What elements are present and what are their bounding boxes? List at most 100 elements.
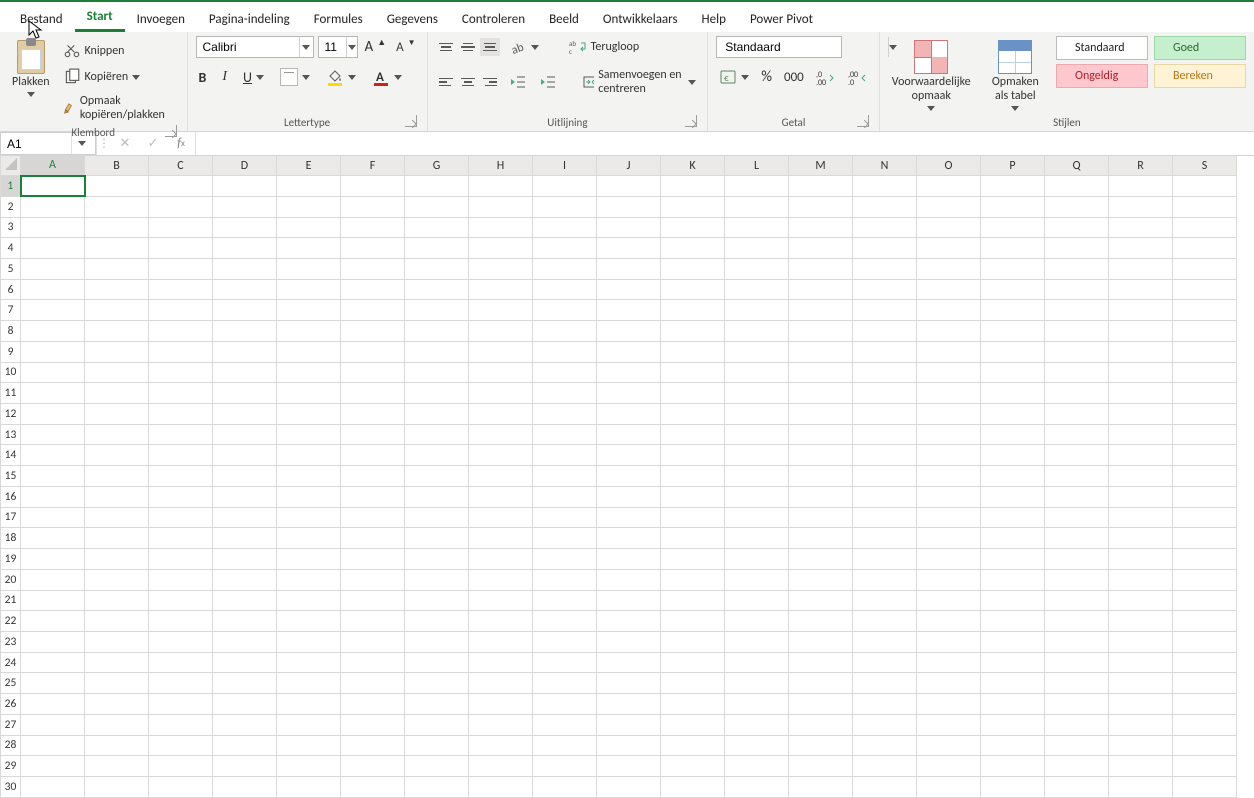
cell-Q15[interactable] [1045, 466, 1109, 487]
cell-S26[interactable] [1173, 694, 1237, 715]
cell-style-standard[interactable]: Standaard [1056, 36, 1148, 60]
cell-P26[interactable] [981, 694, 1045, 715]
cell-N3[interactable] [853, 217, 917, 238]
copy-button[interactable]: Kopiëren [60, 66, 144, 88]
cell-A24[interactable] [21, 652, 85, 673]
cell-K11[interactable] [661, 383, 725, 404]
cell-L21[interactable] [725, 590, 789, 611]
cell-N28[interactable] [853, 735, 917, 756]
cell-Q17[interactable] [1045, 507, 1109, 528]
cell-A19[interactable] [21, 549, 85, 570]
cell-M21[interactable] [789, 590, 853, 611]
cell-R8[interactable] [1109, 321, 1173, 342]
cell-E8[interactable] [277, 321, 341, 342]
italic-button[interactable]: I [219, 67, 230, 87]
cell-H5[interactable] [469, 259, 533, 280]
cell-P12[interactable] [981, 404, 1045, 425]
cell-A27[interactable] [21, 714, 85, 735]
cell-G26[interactable] [405, 694, 469, 715]
cell-K30[interactable] [661, 776, 725, 797]
cell-F3[interactable] [341, 217, 405, 238]
cell-G8[interactable] [405, 321, 469, 342]
cell-M10[interactable] [789, 362, 853, 383]
cell-P10[interactable] [981, 362, 1045, 383]
cell-style-calc[interactable]: Bereken [1154, 64, 1246, 88]
cell-I7[interactable] [533, 300, 597, 321]
cell-D2[interactable] [213, 196, 277, 217]
font-color-button[interactable]: A [369, 66, 405, 88]
cell-J22[interactable] [597, 611, 661, 632]
cell-B21[interactable] [85, 590, 149, 611]
font-name-select[interactable] [196, 36, 314, 58]
cell-P27[interactable] [981, 714, 1045, 735]
cell-N15[interactable] [853, 466, 917, 487]
cell-O9[interactable] [917, 341, 981, 362]
row-header-17[interactable]: 17 [1, 507, 21, 528]
cell-E20[interactable] [277, 569, 341, 590]
cell-B16[interactable] [85, 486, 149, 507]
increase-decimal-button[interactable]: ,0,00 [813, 67, 839, 87]
cell-R30[interactable] [1109, 776, 1173, 797]
cell-A20[interactable] [21, 569, 85, 590]
cell-I26[interactable] [533, 694, 597, 715]
cell-K18[interactable] [661, 528, 725, 549]
cell-I28[interactable] [533, 735, 597, 756]
cell-J30[interactable] [597, 776, 661, 797]
align-center-button[interactable] [458, 73, 478, 91]
orientation-button[interactable]: ab [506, 36, 542, 58]
column-header-D[interactable]: D [213, 156, 277, 176]
cell-P6[interactable] [981, 279, 1045, 300]
cell-F17[interactable] [341, 507, 405, 528]
cell-P11[interactable] [981, 383, 1045, 404]
cell-O29[interactable] [917, 756, 981, 777]
cell-D29[interactable] [213, 756, 277, 777]
cell-J8[interactable] [597, 321, 661, 342]
cell-L12[interactable] [725, 404, 789, 425]
cell-P3[interactable] [981, 217, 1045, 238]
cell-P23[interactable] [981, 631, 1045, 652]
cell-K21[interactable] [661, 590, 725, 611]
cell-N7[interactable] [853, 300, 917, 321]
cell-R6[interactable] [1109, 279, 1173, 300]
cell-R25[interactable] [1109, 673, 1173, 694]
cell-E29[interactable] [277, 756, 341, 777]
cell-I8[interactable] [533, 321, 597, 342]
cell-C8[interactable] [149, 321, 213, 342]
column-header-E[interactable]: E [277, 156, 341, 176]
cell-F18[interactable] [341, 528, 405, 549]
cell-O7[interactable] [917, 300, 981, 321]
formula-input[interactable] [196, 132, 1254, 155]
cell-B2[interactable] [85, 196, 149, 217]
cell-H14[interactable] [469, 445, 533, 466]
row-header-11[interactable]: 11 [1, 383, 21, 404]
cell-K29[interactable] [661, 756, 725, 777]
cell-K4[interactable] [661, 238, 725, 259]
cell-E18[interactable] [277, 528, 341, 549]
cell-P30[interactable] [981, 776, 1045, 797]
cell-C2[interactable] [149, 196, 213, 217]
fill-color-button[interactable] [323, 66, 359, 88]
cell-R1[interactable] [1109, 176, 1173, 197]
cell-J9[interactable] [597, 341, 661, 362]
cell-C21[interactable] [149, 590, 213, 611]
cell-J15[interactable] [597, 466, 661, 487]
column-header-A[interactable]: A [21, 156, 85, 176]
cell-M29[interactable] [789, 756, 853, 777]
font-name-value[interactable] [197, 37, 299, 57]
cell-O18[interactable] [917, 528, 981, 549]
cell-C9[interactable] [149, 341, 213, 362]
row-header-27[interactable]: 27 [1, 714, 21, 735]
cell-K15[interactable] [661, 466, 725, 487]
cell-I14[interactable] [533, 445, 597, 466]
cell-R21[interactable] [1109, 590, 1173, 611]
cell-S23[interactable] [1173, 631, 1237, 652]
cell-H4[interactable] [469, 238, 533, 259]
cell-C7[interactable] [149, 300, 213, 321]
cell-J17[interactable] [597, 507, 661, 528]
cell-O5[interactable] [917, 259, 981, 280]
cell-B29[interactable] [85, 756, 149, 777]
cell-A5[interactable] [21, 259, 85, 280]
cell-E22[interactable] [277, 611, 341, 632]
cell-A13[interactable] [21, 424, 85, 445]
cell-P17[interactable] [981, 507, 1045, 528]
